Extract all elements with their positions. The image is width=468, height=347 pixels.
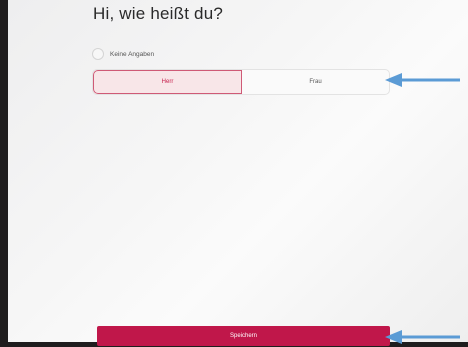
no-info-label: Keine Angaben (110, 50, 155, 58)
app-screen: Hi, wie heißt du? Keine Angaben Herr Fra… (8, 0, 468, 346)
annotation-arrow-icon (385, 73, 460, 87)
annotation-arrow-icon (385, 330, 460, 344)
salutation-option-herr[interactable]: Herr (93, 70, 242, 94)
radio-button[interactable] (92, 48, 104, 60)
page-title: Hi, wie heißt du? (93, 4, 224, 23)
salutation-segmented-control: Herr Frau (92, 69, 390, 95)
save-button[interactable]: Speichern (97, 326, 390, 346)
no-info-option[interactable]: Keine Angaben (92, 48, 154, 60)
salutation-option-frau[interactable]: Frau (242, 70, 389, 94)
